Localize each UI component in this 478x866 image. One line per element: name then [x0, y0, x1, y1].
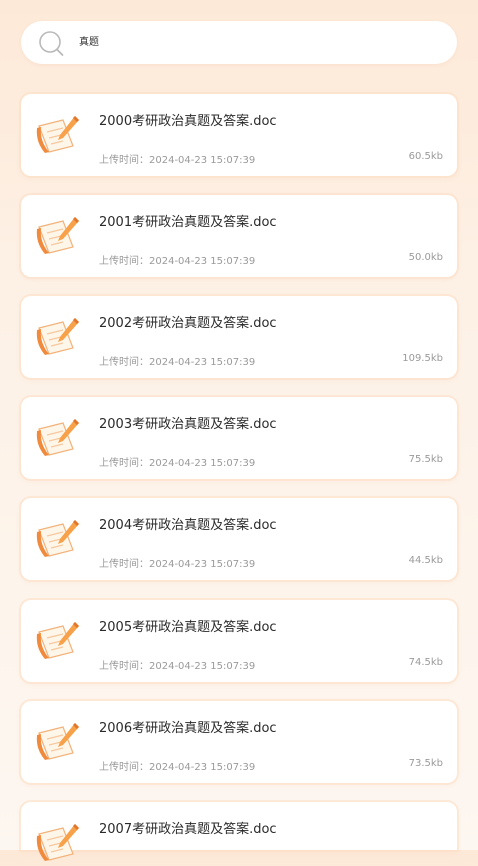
file-name: 2000考研政治真题及答案.doc	[99, 114, 277, 129]
notebook-pencil-icon	[36, 723, 79, 760]
file-size: 75.5kb	[408, 454, 443, 465]
notebook-pencil-icon	[36, 116, 79, 153]
file-size: 73.5kb	[408, 758, 443, 769]
file-item[interactable]: 2004考研政治真题及答案.doc 上传时间：2024-04-23 15:07:…	[21, 498, 457, 580]
upload-time: 上传时间：2024-04-23 15:07:39	[99, 357, 256, 368]
file-size: 44.5kb	[408, 555, 443, 566]
upload-time: 上传时间：2024-04-23 15:07:39	[99, 155, 256, 166]
file-list: 2000考研政治真题及答案.doc 上传时间：2024-04-23 15:07:…	[0, 0, 478, 861]
notebook-pencil-icon	[36, 217, 79, 254]
file-name: 2002考研政治真题及答案.doc	[99, 316, 277, 331]
file-size: 60.5kb	[408, 151, 443, 162]
file-item[interactable]: 2001考研政治真题及答案.doc 上传时间：2024-04-23 15:07:…	[21, 195, 457, 277]
file-item[interactable]: 2007考研政治真题及答案.doc	[21, 802, 457, 861]
file-size: 74.5kb	[408, 657, 443, 668]
file-item[interactable]: 2003考研政治真题及答案.doc 上传时间：2024-04-23 15:07:…	[21, 397, 457, 479]
file-size: 50.0kb	[408, 252, 443, 263]
file-name: 2004考研政治真题及答案.doc	[99, 518, 277, 533]
file-item[interactable]: 2006考研政治真题及答案.doc 上传时间：2024-04-23 15:07:…	[21, 701, 457, 783]
upload-time: 上传时间：2024-04-23 15:07:39	[99, 458, 256, 469]
upload-time: 上传时间：2024-04-23 15:07:39	[99, 256, 256, 267]
file-item[interactable]: 2005考研政治真题及答案.doc 上传时间：2024-04-23 15:07:…	[21, 600, 457, 682]
file-size: 109.5kb	[402, 353, 443, 364]
notebook-pencil-icon	[36, 622, 79, 659]
file-name: 2006考研政治真题及答案.doc	[99, 721, 277, 736]
notebook-pencil-icon	[36, 520, 79, 557]
file-name: 2003考研政治真题及答案.doc	[99, 417, 277, 432]
notebook-pencil-icon	[36, 318, 79, 355]
notebook-pencil-icon	[36, 419, 79, 456]
upload-time: 上传时间：2024-04-23 15:07:39	[99, 762, 256, 773]
upload-time: 上传时间：2024-04-23 15:07:39	[99, 559, 256, 570]
file-item[interactable]: 2002考研政治真题及答案.doc 上传时间：2024-04-23 15:07:…	[21, 296, 457, 378]
file-name: 2001考研政治真题及答案.doc	[99, 215, 277, 230]
file-name: 2005考研政治真题及答案.doc	[99, 620, 277, 635]
file-name: 2007考研政治真题及答案.doc	[99, 822, 277, 837]
upload-time: 上传时间：2024-04-23 15:07:39	[99, 661, 256, 672]
file-item[interactable]: 2000考研政治真题及答案.doc 上传时间：2024-04-23 15:07:…	[21, 94, 457, 176]
notebook-pencil-icon	[36, 824, 79, 861]
